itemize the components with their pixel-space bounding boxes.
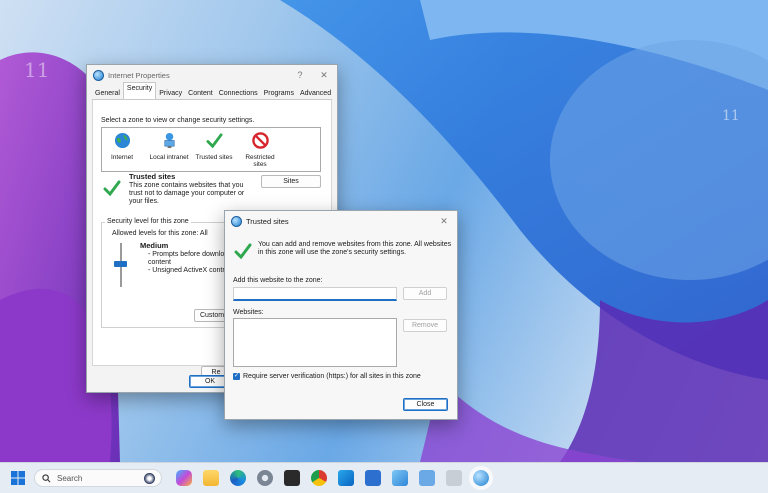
security-slider[interactable] <box>114 243 127 287</box>
security-level-legend: Security level for this zone <box>105 218 191 225</box>
globe-icon <box>114 132 130 149</box>
search-placeholder: Search <box>57 474 83 483</box>
file-explorer-icon[interactable] <box>203 470 219 486</box>
edge-icon[interactable] <box>230 470 246 486</box>
terminal-icon[interactable] <box>284 470 300 486</box>
checkmark-icon <box>234 243 252 260</box>
tab-general[interactable]: General <box>92 88 123 99</box>
window-title: Internet Properties <box>108 70 170 80</box>
photos-icon[interactable] <box>392 470 408 486</box>
sites-button[interactable]: Sites <box>261 175 321 188</box>
snipping-tool-icon[interactable] <box>446 470 462 486</box>
help-button[interactable]: ? <box>293 70 307 80</box>
network-icon <box>163 132 175 149</box>
zone-label: Trusted sites <box>195 154 233 161</box>
internet-properties-icon[interactable] <box>469 466 493 490</box>
close-dialog-button[interactable]: Close <box>403 398 448 411</box>
require-https-checkbox[interactable]: ✓ <box>233 373 240 380</box>
tab-strip: General Security Privacy Content Connect… <box>92 82 334 100</box>
websites-label: Websites: <box>233 309 264 316</box>
add-button[interactable]: Add <box>403 287 447 300</box>
checkmark-icon <box>205 133 223 149</box>
tab-connections[interactable]: Connections <box>216 88 261 99</box>
taskbar: Search <box>0 462 768 493</box>
internet-properties-icon <box>231 215 242 227</box>
clock-numeral: 11 <box>24 58 50 82</box>
zone-label: Internet <box>110 154 134 161</box>
info-text: You can add and remove websites from thi… <box>258 241 452 256</box>
close-button[interactable]: ✕ <box>437 216 451 227</box>
slider-thumb[interactable] <box>114 261 127 267</box>
notepad-icon[interactable] <box>419 470 435 486</box>
outlook-icon[interactable] <box>338 470 354 486</box>
dialog-title: Trusted sites <box>246 216 289 226</box>
zone-label: Restricted sites <box>245 154 275 168</box>
require-https-label[interactable]: Require server verification (https:) for… <box>243 373 421 380</box>
chrome-icon[interactable] <box>311 470 327 486</box>
zone-heading: Trusted sites <box>129 172 176 181</box>
level-bullet: - Prompts before download <box>148 251 233 258</box>
zone-internet[interactable]: Internet <box>105 132 139 161</box>
tab-programs[interactable]: Programs <box>261 88 297 99</box>
search-highlight-icon <box>144 473 155 484</box>
no-entry-icon <box>251 132 269 149</box>
zone-description: This zone contains websites that you tru… <box>129 182 245 205</box>
internet-properties-icon <box>93 69 104 81</box>
add-website-input[interactable] <box>233 287 397 301</box>
level-bullet: - Unsigned ActiveX control <box>148 267 231 274</box>
level-bullet: content <box>148 259 171 266</box>
zone-restricted-sites[interactable]: Restricted sites <box>240 132 280 168</box>
trusted-sites-dialog: Trusted sites ✕ You can add and remove w… <box>224 210 458 420</box>
search-icon <box>42 474 51 483</box>
level-name: Medium <box>140 241 169 250</box>
zone-local-intranet[interactable]: Local intranet <box>146 132 192 161</box>
zone-list: Internet Local intranet Trusted sites Re… <box>101 127 321 172</box>
settings-icon[interactable] <box>257 470 273 486</box>
tab-privacy[interactable]: Privacy <box>156 88 185 99</box>
allowed-levels: Allowed levels for this zone: All <box>112 230 208 237</box>
windows-start-icon[interactable] <box>10 470 26 486</box>
remove-button[interactable]: Remove <box>403 319 447 332</box>
clock-numeral: 11 <box>722 108 740 124</box>
tab-security[interactable]: Security <box>122 82 157 99</box>
zone-prompt: Select a zone to view or change security… <box>101 117 255 124</box>
search-box[interactable]: Search <box>34 469 162 487</box>
store-icon[interactable] <box>365 470 381 486</box>
websites-list[interactable] <box>233 318 397 367</box>
copilot-icon[interactable] <box>176 470 192 486</box>
zone-trusted-sites[interactable]: Trusted sites <box>194 132 234 161</box>
tab-advanced[interactable]: Advanced <box>297 88 334 99</box>
close-button[interactable]: ✕ <box>317 70 331 81</box>
zone-label: Local intranet <box>149 154 189 161</box>
checkmark-icon <box>103 180 121 197</box>
title-bar[interactable]: Trusted sites ✕ <box>225 211 457 231</box>
tab-content[interactable]: Content <box>185 88 216 99</box>
add-website-label: Add this website to the zone: <box>233 277 323 284</box>
